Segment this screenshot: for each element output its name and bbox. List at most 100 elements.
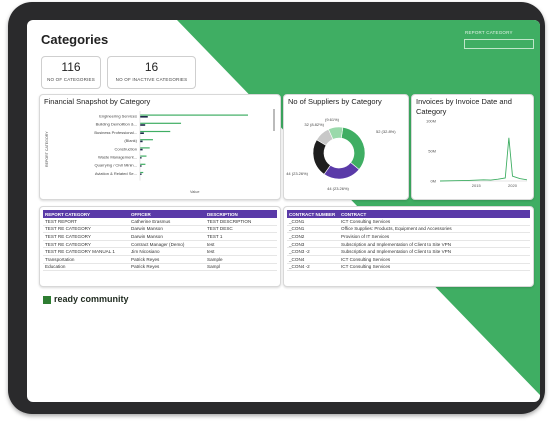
slice-data-label: 32 (8.82%) xyxy=(304,122,324,127)
suppliers-panel: No of Suppliers by Category 52 (32.8%) 44… xyxy=(283,94,409,200)
dashboard-screen: Categories 116 NO OF CATEGORIES 16 NO OF… xyxy=(27,20,540,402)
table-cell: test xyxy=(207,249,215,255)
table-cell: ICT Consulting Services xyxy=(341,264,391,270)
slice-data-label: 44 (23.26%) xyxy=(327,186,349,191)
value-bar xyxy=(140,130,171,133)
value-bar xyxy=(140,155,147,157)
slice-data-label: 52 (32.8%) xyxy=(376,129,396,134)
table-cell: Transportation xyxy=(45,256,75,262)
contract-table: CONTRACT NUMBER CONTRACT _CON1 ICT Consult… xyxy=(287,210,530,271)
table-cell: Provision of IT Services xyxy=(341,233,390,239)
category-tick-label: Building Demolition &... xyxy=(96,122,137,127)
secondary-bar xyxy=(140,132,144,134)
brand-mark-icon xyxy=(43,296,51,304)
value-bar xyxy=(140,171,144,174)
stat-card-inactive-categories: 16 NO OF INACTIVE CATEGORIES xyxy=(107,56,196,89)
contract-table-panel: CONTRACT NUMBER CONTRACT _CON1 ICT Consult… xyxy=(283,206,534,287)
report-category-filter[interactable] xyxy=(464,39,534,49)
table-row[interactable]: _CON1 Office Supplies: Products, Equipmen… xyxy=(287,225,530,233)
table-row[interactable]: _CON3 -2 Subscription and Implementation … xyxy=(287,248,530,256)
table-row[interactable]: TEST REPORT Catherine Erasmus TEST DESCRIP… xyxy=(43,218,277,226)
value-bar xyxy=(140,163,146,165)
invoices-line-chart: 100M 50M 0M 2015 2020 xyxy=(426,119,528,188)
invoice-series-line xyxy=(439,137,528,182)
table-cell: TEST REPORT xyxy=(45,218,77,224)
scrollbar[interactable] xyxy=(273,109,275,131)
brand-text: ready community xyxy=(54,294,129,304)
table-cell: Sample xyxy=(207,256,223,262)
table-row[interactable]: _CON1 ICT Consulting Services xyxy=(287,218,530,226)
y-tick-label: 50M xyxy=(428,149,436,154)
table-cell: Patrick Reyes xyxy=(131,256,160,262)
table-cell: _CON3 xyxy=(289,241,305,247)
category-tick-label: Business Professional... xyxy=(94,130,137,135)
table-cell: _CON1 xyxy=(289,226,305,232)
y-tick-label: 0M xyxy=(430,179,436,184)
column-header[interactable]: CONTRACT xyxy=(339,210,530,218)
value-bar xyxy=(140,147,150,149)
report-category-table: REPORT CATEGORY OFFICER DESCRIPTION TEST R… xyxy=(43,210,277,271)
donut-slice xyxy=(340,126,366,170)
table-cell: Darwin Manson xyxy=(131,233,163,239)
category-tick-label: Waste Management... xyxy=(98,155,137,160)
column-header[interactable]: OFFICER xyxy=(129,210,205,218)
table-row[interactable]: TEST RE CATEGORY Contract Manager (Demo) t… xyxy=(43,240,277,248)
column-header[interactable]: DESCRIPTION xyxy=(205,210,277,218)
y-tick-label: 100M xyxy=(426,119,436,124)
stat-value: 16 xyxy=(144,60,159,74)
table-cell: _CON4 xyxy=(289,256,305,262)
table-cell: TEST RE CATEGORY xyxy=(45,241,91,247)
table-row[interactable]: Education Patrick Reyes Sampl xyxy=(43,263,277,271)
value-bar xyxy=(140,139,153,141)
table-cell: ICT Consulting Services xyxy=(341,218,391,224)
table-row[interactable]: Transportation Patrick Reyes Sample xyxy=(43,255,277,264)
stat-value: 116 xyxy=(61,60,81,74)
category-tick-label: Quarrying / Civil Minin... xyxy=(95,163,137,168)
tablet-frame: Categories 116 NO OF CATEGORIES 16 NO OF… xyxy=(8,2,545,414)
table-cell: Contract Manager (Demo) xyxy=(131,241,185,247)
table-cell: TEST RE CATEGORY MANUAL 1 xyxy=(45,249,115,255)
page-title: Categories xyxy=(41,32,109,47)
table-cell: TEST RE CATEGORY xyxy=(45,226,91,232)
table-row[interactable]: _CON4 -2 ICT Consulting Services xyxy=(287,263,530,271)
x-axis-label: Value xyxy=(190,190,199,194)
table-cell: Education xyxy=(45,264,66,270)
table-cell: Sampl xyxy=(207,264,221,270)
table-row[interactable]: TEST RE CATEGORY Darwin Manson TEST DESC xyxy=(43,225,277,233)
table-row[interactable]: _CON3 Subscription and Implementation of … xyxy=(287,240,530,248)
value-bar xyxy=(140,114,248,116)
table-cell: Subscription and Implementation of Clien… xyxy=(341,241,452,247)
stat-label: NO OF CATEGORIES xyxy=(47,77,95,82)
table-cell: _CON1 xyxy=(289,218,305,224)
table-cell: TEST DESCRIPTION xyxy=(207,218,252,224)
table-cell: Jim Nicosiano xyxy=(131,249,160,255)
table-cell: Office Supplies: Products, Equipment and… xyxy=(341,226,452,232)
column-header[interactable]: CONTRACT NUMBER xyxy=(287,210,339,218)
table-row[interactable]: TEST RE CATEGORY MANUAL 1 Jim Nicosiano te… xyxy=(43,248,277,256)
stat-card-categories: 116 NO OF CATEGORIES xyxy=(41,56,101,89)
secondary-bar xyxy=(140,124,146,126)
table-cell: Darwin Manson xyxy=(131,226,163,232)
table-row[interactable]: _CON4 ICT Consulting Services xyxy=(287,255,530,264)
stat-label: NO OF INACTIVE CATEGORIES xyxy=(115,77,188,82)
table-cell: TEST 1 xyxy=(207,233,223,239)
table-cell: ICT Consulting Services xyxy=(341,256,391,262)
table-cell: TEST DESC xyxy=(207,226,233,232)
table-cell: Subscription and Implementation of Clien… xyxy=(341,249,452,255)
secondary-bar xyxy=(140,116,148,118)
filter-label: REPORT CATEGORY xyxy=(465,30,513,35)
table-row[interactable]: _CON2 Provision of IT Services xyxy=(287,233,530,241)
invoices-panel: Invoices by Invoice Date and Category 10… xyxy=(411,94,534,200)
category-tick-label: Engineering Services xyxy=(99,114,137,119)
category-tick-label: (Blank) xyxy=(124,138,137,143)
table-cell: test xyxy=(207,241,215,247)
column-header[interactable]: REPORT CATEGORY xyxy=(43,210,129,218)
suppliers-donut-chart: 52 (32.8%) 44 (23.26%) 44 (23.26%) 32 (8.82… xyxy=(286,117,396,191)
x-tick-label: 2015 xyxy=(472,183,482,188)
category-tick-label: Construction xyxy=(115,146,137,151)
table-cell: _CON2 xyxy=(289,233,305,239)
category-tick-label: Aviation & Related Se... xyxy=(95,171,137,176)
table-cell: Patrick Reyes xyxy=(131,264,160,270)
report-category-table-panel: REPORT CATEGORY OFFICER DESCRIPTION TEST R… xyxy=(39,206,281,287)
table-row[interactable]: TEST RE CATEGORY Darwin Manson TEST 1 xyxy=(43,233,277,241)
